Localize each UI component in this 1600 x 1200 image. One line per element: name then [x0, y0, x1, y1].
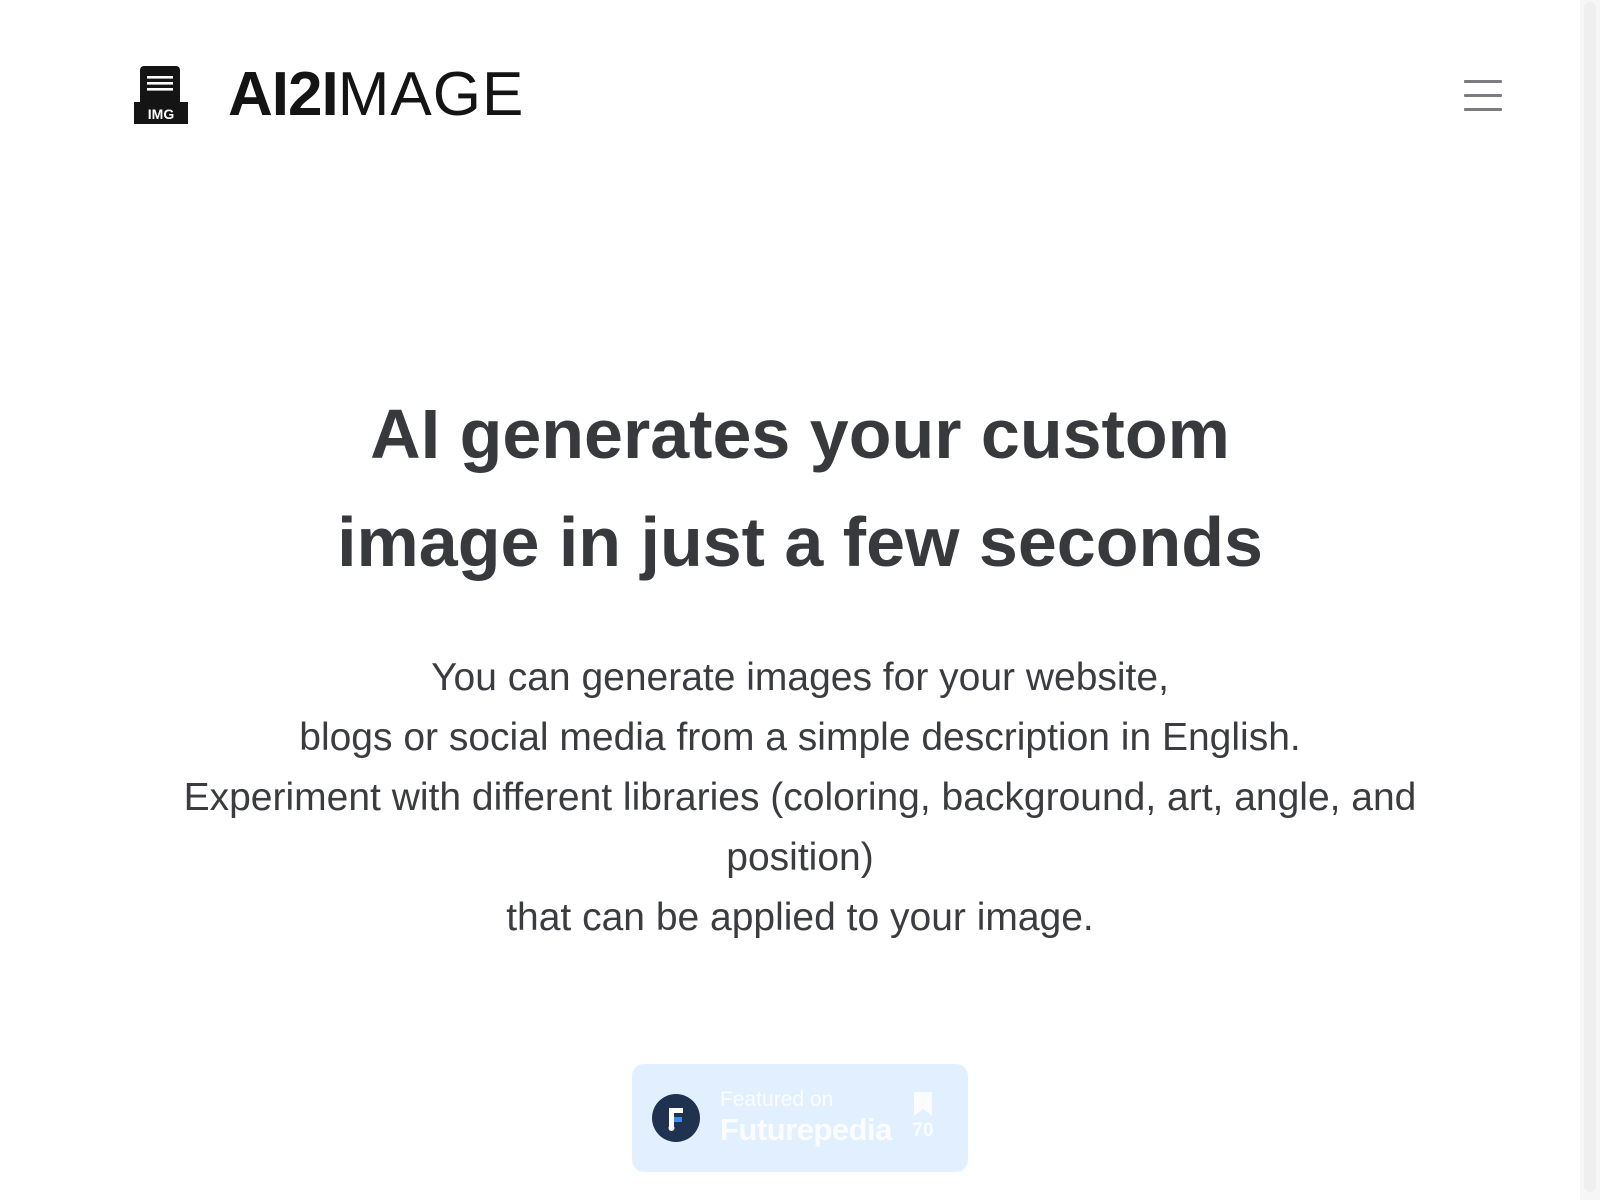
hero-section: AI generates your custom image in just a… [0, 380, 1600, 948]
hamburger-menu-icon[interactable] [1462, 78, 1504, 114]
page: IMG AI2IMAGE AI generates your custom im… [0, 0, 1600, 1200]
brand-name-strong: AI2I [228, 60, 339, 129]
hero-title: AI generates your custom image in just a… [250, 380, 1350, 596]
badge-kicker: Featured on [720, 1088, 834, 1111]
badge-count: 70 [908, 1092, 938, 1142]
menu-bar-middle [1464, 94, 1502, 97]
hero-description-line: that can be applied to your image. [506, 896, 1094, 939]
futurepedia-featured-badge[interactable]: Featured on Futurepedia 70 [632, 1064, 968, 1172]
document-img-icon: IMG [134, 66, 188, 124]
badge-text: Featured on Futurepedia [720, 1088, 892, 1148]
logo-icon-label: IMG [148, 106, 175, 122]
site-header: IMG AI2IMAGE [0, 0, 1580, 190]
hero-description-line: blogs or social media from a simple desc… [299, 716, 1301, 759]
brand-logo-link[interactable]: IMG AI2IMAGE [134, 62, 524, 128]
menu-bar-top [1464, 80, 1502, 83]
futurepedia-logo-icon [652, 1094, 700, 1142]
menu-bar-bottom [1464, 108, 1502, 111]
brand-name-light: MAGE [337, 60, 525, 129]
hero-title-line: image in just a few seconds [337, 503, 1263, 581]
hero-description-line: You can generate images for your website… [431, 656, 1169, 699]
badge-name: Futurepedia [720, 1112, 892, 1147]
brand-name: AI2IMAGE [228, 62, 524, 128]
hero-title-line: AI generates your custom [370, 395, 1230, 473]
hero-description-line: Experiment with different libraries (col… [183, 776, 1417, 879]
bookmark-icon [914, 1092, 932, 1116]
hero-description: You can generate images for your website… [110, 648, 1490, 948]
badge-count-number: 70 [912, 1120, 934, 1141]
